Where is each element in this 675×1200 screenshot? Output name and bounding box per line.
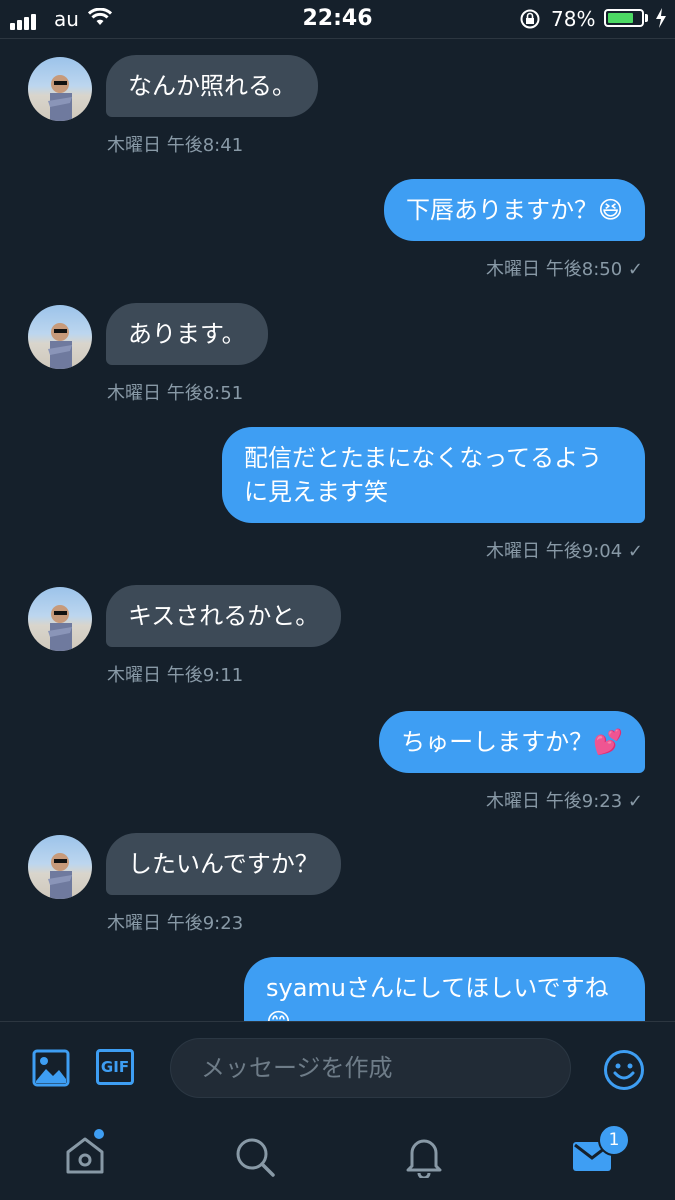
battery-percent: 78%	[551, 7, 596, 31]
message-timestamp: 木曜日 午後9:04 ✓	[486, 537, 643, 563]
message-list[interactable]: なんか照れる。 木曜日 午後8:41 下唇ありますか？😆 木曜日 午後8:50 …	[0, 39, 675, 1021]
message-bubble-outgoing[interactable]: 下唇ありますか？😆	[383, 179, 645, 241]
message-bubble-incoming[interactable]: あります。	[106, 303, 268, 365]
rotation-lock-icon	[520, 9, 540, 29]
avatar[interactable]	[28, 587, 92, 651]
message-timestamp: 木曜日 午後9:11	[107, 665, 244, 686]
timestamp-text: 木曜日 午後9:04	[486, 541, 623, 562]
message-bubble-outgoing[interactable]: ちゅーしますか？💕	[379, 711, 645, 773]
home-notification-dot	[94, 1129, 104, 1139]
sent-check-icon: ✓	[627, 791, 643, 812]
avatar[interactable]	[28, 57, 92, 121]
messages-badge: 1	[598, 1124, 630, 1156]
sent-check-icon: ✓	[627, 259, 643, 280]
search-icon[interactable]	[234, 1136, 276, 1178]
message-timestamp: 木曜日 午後8:50 ✓	[486, 255, 643, 281]
message-bubble-incoming[interactable]: キスされるかと。	[106, 585, 342, 647]
charging-icon	[656, 8, 666, 28]
message-text: あります。	[128, 320, 246, 348]
message-text-line: syamuさんにしてほしいですね	[266, 974, 609, 1002]
message-bubble-incoming[interactable]: したいんですか？	[106, 833, 341, 895]
two-hearts-emoji: 💕	[593, 728, 623, 756]
emoji-icon[interactable]	[603, 1049, 645, 1091]
message-text: なんか照れる。	[128, 72, 296, 100]
message-text-line: に見えます笑	[244, 478, 388, 506]
message-text: ちゅーしますか？	[401, 728, 594, 756]
home-icon[interactable]	[64, 1136, 106, 1176]
avatar[interactable]	[28, 305, 92, 369]
message-text-line: 配信だとたまになくなってるよう	[244, 444, 603, 472]
gif-button[interactable]: GIF	[96, 1049, 134, 1085]
status-bar: au 22:46 78%	[0, 0, 675, 39]
image-icon[interactable]	[32, 1049, 70, 1087]
bell-icon[interactable]	[404, 1134, 444, 1178]
avatar[interactable]	[28, 835, 92, 899]
message-bubble-outgoing[interactable]: 配信だとたまになくなってるよう に見えます笑	[222, 427, 645, 523]
sent-check-icon: ✓	[627, 541, 643, 562]
message-timestamp: 木曜日 午後9:23 ✓	[486, 787, 643, 813]
message-timestamp: 木曜日 午後9:23	[107, 913, 244, 934]
message-timestamp: 木曜日 午後8:41	[107, 135, 244, 156]
message-timestamp: 木曜日 午後8:51	[107, 383, 244, 404]
grinning-squint-emoji: 😆	[597, 196, 623, 224]
message-text: したいんですか？	[128, 850, 319, 878]
timestamp-text: 木曜日 午後9:23	[486, 791, 623, 812]
message-text: キスされるかと。	[128, 602, 320, 630]
smiling-emoji: 😊	[266, 1005, 623, 1021]
battery-icon	[604, 9, 644, 27]
message-text: 下唇ありますか？	[405, 196, 598, 224]
message-composer: GIF メッセージを作成	[0, 1021, 675, 1104]
message-bubble-outgoing[interactable]: syamuさんにしてほしいですね 😊	[244, 957, 645, 1021]
timestamp-text: 木曜日 午後8:50	[486, 259, 623, 280]
message-bubble-incoming[interactable]: なんか照れる。	[106, 55, 318, 117]
battery-tip	[645, 14, 648, 22]
message-input[interactable]: メッセージを作成	[170, 1038, 571, 1098]
